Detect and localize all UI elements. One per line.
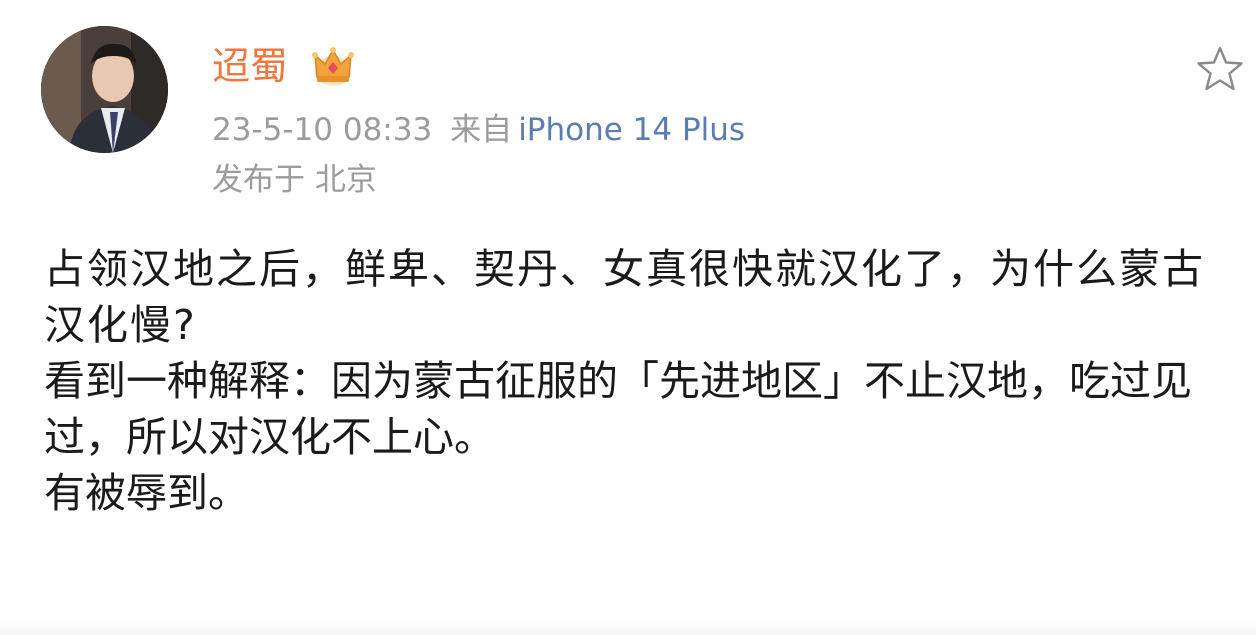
star-icon[interactable] [1195, 44, 1245, 94]
post-time: 23-5-10 08:33 [212, 112, 433, 148]
post-meta: 23-5-10 08:33 来自 iPhone 14 Plus [212, 108, 745, 152]
content-paragraph: 有被辱到。 [44, 469, 249, 517]
post-location: 发布于 北京 [212, 162, 377, 198]
post-content: 占领汉地之后，鲜卑、契丹、女真很快就汉化了，为什么蒙古汉化慢? 看到一种解释：因… [44, 241, 1224, 521]
username[interactable]: 迢蜀 [212, 38, 288, 94]
user-avatar[interactable] [41, 26, 168, 153]
avatar-photo [41, 26, 168, 153]
content-paragraph: 占领汉地之后，鲜卑、契丹、女真很快就汉化了，为什么蒙古汉化慢? [44, 245, 1205, 349]
source-device-link[interactable]: iPhone 14 Plus [518, 112, 745, 148]
crown-icon [312, 47, 354, 86]
source-prefix: 来自 [450, 112, 513, 148]
divider [0, 620, 1256, 635]
content-paragraph: 看到一种解释：因为蒙古征服的「先进地区」不止汉地，吃过见过，所以对汉化不上心。 [44, 357, 1192, 461]
weibo-post: 迢蜀 23-5-10 08:33 来自 iPhone 14 Plus 发布于 北京 … [0, 0, 1256, 635]
